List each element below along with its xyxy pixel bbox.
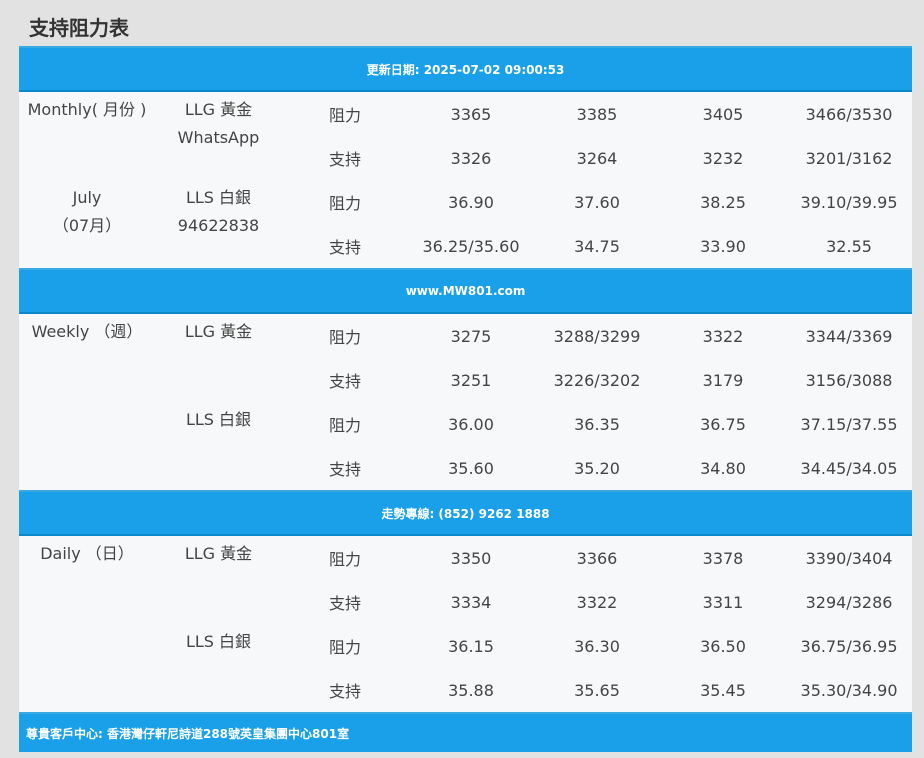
level-value: 36.00 (448, 414, 494, 434)
level-value: 3232 (702, 148, 744, 168)
level-value: 36.30 (574, 636, 620, 656)
row-type: 支持 (328, 460, 361, 479)
level-value: 38.25 (700, 192, 746, 212)
level-value: 3179 (702, 370, 744, 390)
support-resistance-table: 更新日期: 2025-07-02 09:00:53 Monthly( 月份 ) … (19, 46, 913, 752)
row-type: 阻力 (328, 416, 361, 435)
metal-label: LLS 白銀 (185, 632, 252, 651)
row-type: 阻力 (328, 638, 361, 657)
level-value: 3156/3088 (805, 370, 893, 390)
row-type: 支持 (328, 682, 361, 701)
level-value: 35.30/34.90 (800, 680, 898, 700)
period-cell-monthly: Monthly( 月份 ) (19, 91, 155, 180)
row-type: 阻力 (328, 106, 361, 125)
row-type: 支持 (328, 372, 361, 391)
level-value: 37.15/37.55 (800, 414, 898, 434)
metal-cell-silver: LLS 白銀 94622838 (155, 180, 282, 269)
level-value: 3334 (450, 592, 492, 612)
level-value: 3322 (576, 592, 618, 612)
metal-cell-silver: LLS 白銀 (155, 624, 282, 713)
level-value: 3405 (702, 104, 744, 124)
hotline-banner: 走勢專線: (852) 9262 1888 (19, 490, 913, 536)
level-value: 3322 (702, 326, 744, 346)
metal-sublabel: WhatsApp (177, 128, 260, 147)
metal-label: LLG 黃金 (184, 100, 253, 119)
level-value: 3385 (576, 104, 618, 124)
level-value: 3251 (450, 370, 492, 390)
level-value: 3288/3299 (553, 326, 641, 346)
level-value: 36.75/36.95 (800, 636, 898, 656)
website-link[interactable]: www.MW801.com (19, 268, 913, 314)
hotline-text: 走勢專線: (852) 9262 1888 (19, 490, 913, 536)
period-cell-weekly: Weekly （週） (19, 313, 155, 491)
level-value: 34.45/34.05 (800, 458, 898, 478)
level-value: 3365 (450, 104, 492, 124)
level-value: 35.88 (448, 680, 494, 700)
level-value: 3311 (702, 592, 744, 612)
update-date-text: 更新日期: 2025-07-02 09:00:53 (19, 46, 913, 92)
period-label: Weekly （週） (31, 322, 143, 341)
metal-sublabel: 94622838 (177, 216, 260, 235)
metal-cell-silver: LLS 白銀 (155, 402, 282, 491)
level-value: 36.35 (574, 414, 620, 434)
level-value: 39.10/39.95 (800, 192, 898, 212)
level-value: 32.55 (826, 236, 872, 256)
level-value: 35.60 (448, 458, 494, 478)
metal-label: LLS 白銀 (185, 188, 252, 207)
row-type: 阻力 (328, 328, 361, 347)
period-cell-month-name: July （07月） (19, 180, 155, 269)
level-value: 3350 (450, 548, 492, 568)
level-value: 36.75 (700, 414, 746, 434)
level-value: 36.15 (448, 636, 494, 656)
row-type: 支持 (328, 238, 361, 257)
metal-label: LLG 黃金 (184, 322, 253, 341)
metal-label: LLS 白銀 (185, 410, 252, 429)
level-value: 36.50 (700, 636, 746, 656)
level-value: 35.20 (574, 458, 620, 478)
level-value: 36.25/35.60 (422, 236, 520, 256)
metal-cell-gold: LLG 黃金 (155, 535, 282, 624)
level-value: 3366 (576, 548, 618, 568)
level-value: 35.45 (700, 680, 746, 700)
level-value: 3264 (576, 148, 618, 168)
table-row: Daily （日） LLG 黃金 阻力 3350 3366 3378 3390/… (19, 535, 912, 580)
metal-label: LLG 黃金 (184, 544, 253, 563)
period-label: July (72, 188, 102, 207)
level-value: 37.60 (574, 192, 620, 212)
table-row: Monthly( 月份 ) LLG 黃金 WhatsApp 阻力 3365 33… (19, 91, 912, 147)
row-type: 支持 (328, 594, 361, 613)
row-type: 支持 (328, 150, 361, 169)
level-value: 36.90 (448, 192, 494, 212)
level-value: 34.75 (574, 236, 620, 256)
row-type: 阻力 (328, 194, 361, 213)
table-row: July （07月） LLS 白銀 94622838 阻力 36.90 37.6… (19, 180, 912, 235)
table-row: Weekly （週） LLG 黃金 阻力 3275 3288/3299 3322… (19, 313, 912, 358)
level-value: 3275 (450, 326, 492, 346)
level-value: 3201/3162 (805, 148, 893, 168)
address-text: 尊貴客戶中心: 香港灣仔軒尼詩道288號英皇集團中心801室 (19, 712, 913, 752)
metal-cell-gold: LLG 黃金 WhatsApp (155, 91, 282, 180)
level-value: 3226/3202 (553, 370, 641, 390)
update-date-banner: 更新日期: 2025-07-02 09:00:53 (19, 46, 913, 92)
period-cell-daily: Daily （日） (19, 535, 155, 713)
level-value: 3466/3530 (805, 104, 893, 124)
level-value: 35.65 (574, 680, 620, 700)
page-title: 支持阻力表 (29, 16, 129, 40)
metal-cell-gold: LLG 黃金 (155, 313, 282, 402)
period-label: Daily （日） (40, 544, 134, 563)
level-value: 3294/3286 (805, 592, 893, 612)
level-value: 3378 (702, 548, 744, 568)
row-type: 阻力 (328, 550, 361, 569)
level-value: 34.80 (700, 458, 746, 478)
period-sublabel: （07月） (52, 216, 122, 235)
level-value: 3344/3369 (805, 326, 893, 346)
period-label: Monthly( 月份 ) (27, 100, 147, 119)
website-banner: www.MW801.com (19, 268, 913, 314)
address-footer: 尊貴客戶中心: 香港灣仔軒尼詩道288號英皇集團中心801室 (19, 712, 913, 752)
level-value: 33.90 (700, 236, 746, 256)
level-value: 3390/3404 (805, 548, 893, 568)
level-value: 3326 (450, 148, 492, 168)
